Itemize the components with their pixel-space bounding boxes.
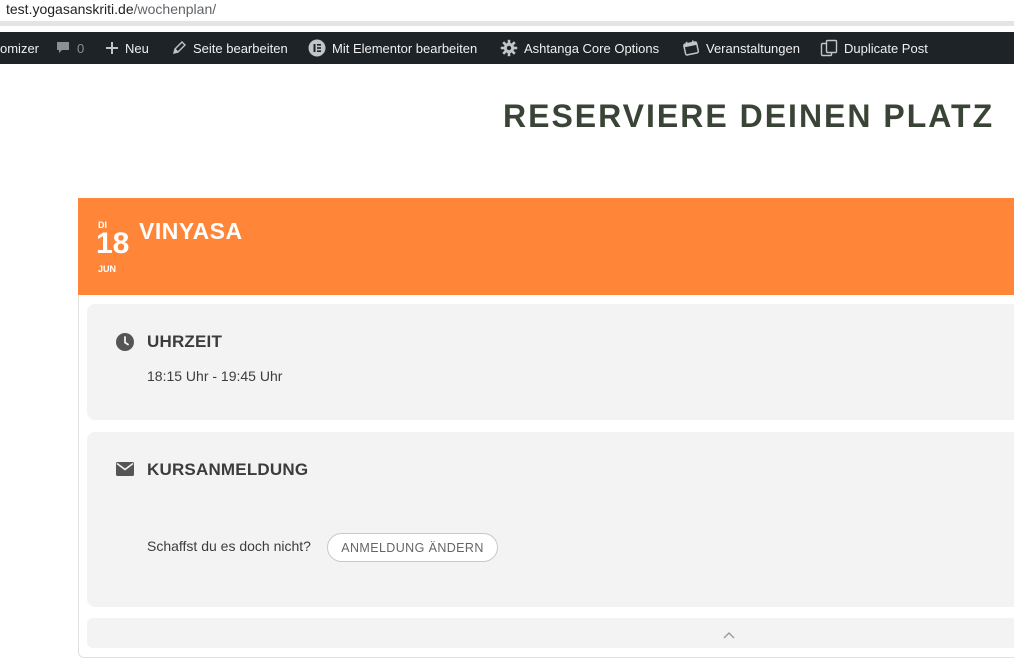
registration-question: Schaffst du es doch nicht? bbox=[147, 538, 311, 554]
duplicate-icon bbox=[820, 39, 838, 57]
plus-icon bbox=[105, 41, 119, 55]
admin-bar-elementor[interactable]: Mit Elementor bearbeiten bbox=[308, 32, 477, 64]
pencil-icon bbox=[171, 40, 187, 56]
gear-icon bbox=[500, 39, 518, 57]
event-date-month: JUN bbox=[98, 264, 117, 274]
core-options-label: Ashtanga Core Options bbox=[524, 40, 660, 56]
clock-icon bbox=[116, 333, 134, 356]
admin-bar-duplicate[interactable]: Duplicate Post bbox=[820, 32, 928, 64]
time-title: UHRZEIT bbox=[147, 332, 223, 351]
time-panel: UHRZEIT 18:15 Uhr - 19:45 Uhr bbox=[87, 304, 1014, 420]
admin-bar-customizer[interactable]: omizer bbox=[0, 32, 39, 64]
event-title: VINYASA bbox=[139, 218, 243, 244]
event-header[interactable]: DI 18 JUN VINYASA bbox=[78, 198, 1014, 295]
event-date-day: 18 bbox=[96, 227, 130, 260]
wp-admin-bar: omizer 0 Neu Seite bearbeiten Mit Elemen… bbox=[0, 32, 1014, 64]
url-path: /wochenplan/ bbox=[133, 1, 217, 17]
comment-icon bbox=[55, 40, 71, 56]
registration-panel: KURSANMELDUNG Schaffst du es doch nicht?… bbox=[87, 432, 1014, 607]
admin-bar-comments[interactable]: 0 bbox=[55, 32, 84, 64]
elementor-icon bbox=[308, 39, 326, 57]
url-text[interactable]: test.yogasanskriti.de/wochenplan/ bbox=[6, 1, 216, 17]
collapse-bar[interactable] bbox=[87, 618, 1014, 648]
chevron-up-icon[interactable] bbox=[723, 626, 735, 644]
page-title: RESERVIERE DEINEN PLATZ bbox=[503, 98, 995, 134]
edit-page-label: Seite bearbeiten bbox=[193, 40, 288, 56]
customizer-label: omizer bbox=[0, 40, 40, 56]
comments-count: 0 bbox=[77, 40, 85, 56]
admin-bar-new[interactable]: Neu bbox=[105, 32, 149, 64]
calendar-icon bbox=[682, 39, 700, 57]
admin-bar-core-options[interactable]: Ashtanga Core Options bbox=[500, 32, 659, 64]
elementor-label: Mit Elementor bearbeiten bbox=[332, 40, 478, 56]
browser-url-bar[interactable]: test.yogasanskriti.de/wochenplan/ bbox=[0, 0, 1014, 26]
time-value: 18:15 Uhr - 19:45 Uhr bbox=[147, 368, 283, 384]
new-label: Neu bbox=[125, 40, 149, 56]
registration-title: KURSANMELDUNG bbox=[147, 460, 309, 479]
duplicate-label: Duplicate Post bbox=[844, 40, 928, 56]
events-label: Veranstaltungen bbox=[706, 40, 800, 56]
admin-bar-edit-page[interactable]: Seite bearbeiten bbox=[171, 32, 288, 64]
url-host: test.yogasanskriti.de bbox=[6, 1, 134, 17]
envelope-icon bbox=[116, 462, 134, 481]
admin-bar-events[interactable]: Veranstaltungen bbox=[682, 32, 800, 64]
change-registration-button[interactable]: ANMELDUNG ÄNDERN bbox=[327, 533, 498, 562]
